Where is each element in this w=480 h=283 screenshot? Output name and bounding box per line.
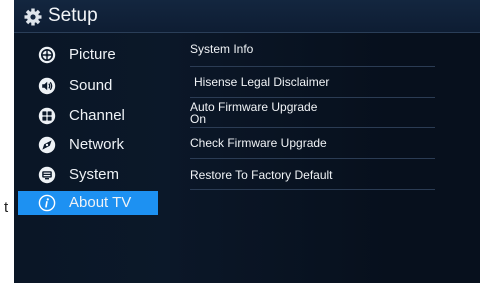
settings-sidebar: Picture Sound Channel Network System Abo…	[14, 33, 170, 283]
about-tv-options: System Info Hisense Legal Disclaimer Aut…	[170, 33, 480, 283]
sidebar-item-label: Picture	[69, 46, 116, 63]
gear-icon	[24, 8, 42, 26]
sidebar-item-network[interactable]: Network	[18, 133, 158, 157]
option-label: Restore To Factory Default	[190, 168, 333, 182]
sidebar-item-label: Sound	[69, 77, 113, 94]
option-label: Hisense Legal Disclaimer	[194, 75, 330, 89]
sidebar-item-label: About TV	[69, 194, 132, 211]
sidebar-item-system[interactable]: System	[18, 163, 158, 187]
option-legal-disclaimer[interactable]: Hisense Legal Disclaimer	[190, 76, 435, 98]
tv-settings-screen: Setup Picture Sound Channel Network Syst…	[14, 0, 480, 283]
cropped-text: t	[4, 199, 9, 216]
sidebar-item-about-tv[interactable]: About TV	[18, 191, 158, 215]
option-system-info[interactable]: System Info	[190, 43, 435, 67]
sound-icon	[38, 77, 56, 95]
option-restore-factory-default[interactable]: Restore To Factory Default	[190, 169, 435, 190]
sidebar-item-label: System	[69, 166, 120, 183]
picture-icon	[38, 46, 56, 64]
system-icon	[38, 166, 56, 184]
channel-icon	[38, 107, 56, 125]
option-value: On	[190, 112, 207, 126]
info-icon	[38, 194, 56, 212]
option-label: System Info	[190, 42, 254, 56]
option-check-firmware-upgrade[interactable]: Check Firmware Upgrade	[190, 137, 435, 159]
sidebar-item-channel[interactable]: Channel	[18, 104, 158, 128]
option-label: Check Firmware Upgrade	[190, 136, 327, 150]
network-icon	[38, 136, 56, 154]
page-title: Setup	[48, 5, 98, 26]
sidebar-item-label: Channel	[69, 107, 125, 124]
option-label: Auto Firmware Upgrade	[190, 100, 318, 114]
sidebar-item-sound[interactable]: Sound	[18, 74, 158, 98]
sidebar-item-picture[interactable]: Picture	[18, 43, 158, 67]
settings-header: Setup	[14, 0, 480, 33]
option-auto-firmware-upgrade[interactable]: Auto Firmware Upgrade On	[190, 101, 435, 128]
sidebar-item-label: Network	[69, 136, 125, 153]
